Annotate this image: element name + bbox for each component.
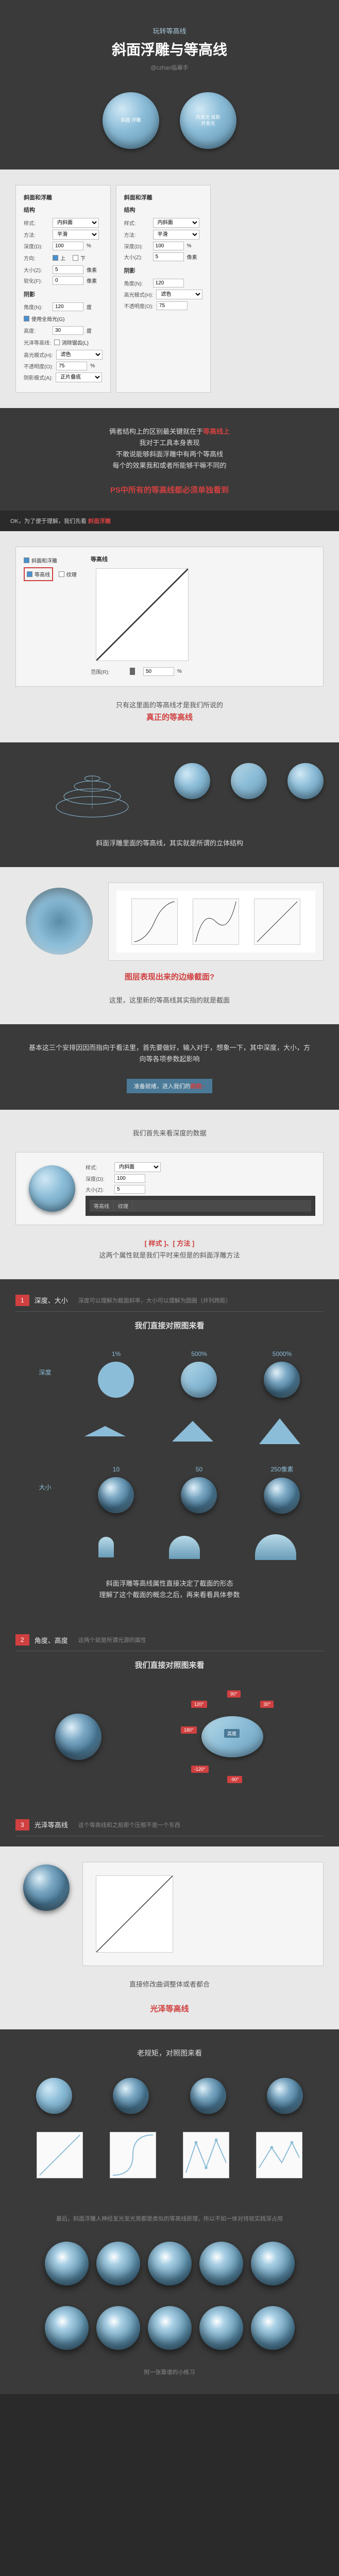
row-badge-2: 2 <box>15 1634 29 1646</box>
page-title: 斜面浮雕与等高线 <box>15 39 324 59</box>
contour-3d-diagram <box>46 760 139 822</box>
footer-caption: 附一张靠谱的小练习 <box>15 2360 324 2384</box>
size-input[interactable] <box>53 265 83 274</box>
depth-input[interactable] <box>53 242 83 250</box>
gloss-title: 光泽等高线 <box>15 1998 324 2019</box>
caption-1: 俩者结构上的区别最关键就在于等高线上 我对于工具本身表现 不敢说能够斜面浮雕中有… <box>15 418 324 479</box>
gloss-curve[interactable] <box>96 1875 173 1953</box>
angle-diagram: 90° 120° 180° 30° -120° -90° 高度 <box>181 1690 284 1783</box>
bevel-panel-left: 斜面和浮雕 结构 样式:内斜面 方法:平滑 深度(D):% 方向:上下 大小(Z… <box>15 185 111 393</box>
final-orbs <box>15 2231 324 2296</box>
intro-orb-left: 斜面 浮雕 <box>103 92 159 149</box>
ready-button[interactable]: 准备就绪，进入我们的跑跑~ <box>127 1079 212 1093</box>
contour-checkbox[interactable]: 等高线 <box>35 570 50 578</box>
question-1: 图层表现出来的边缘截面? <box>15 966 324 987</box>
big-statement-1: PS中所有的等高线都必须单独看到 <box>15 479 324 500</box>
row-badge-3: 3 <box>15 1819 29 1831</box>
contour-curve[interactable] <box>96 568 189 661</box>
depth-compare: 深度 1% 500% 5000% <box>15 1340 324 1408</box>
intro-orb-right: 内发光 投影 外发光 <box>180 92 236 149</box>
size-compare: 大小 10 50 250像素 <box>15 1454 324 1524</box>
ok-banner: OK，为了便于理解，我们先看 斜面浮雕 <box>0 511 339 531</box>
page-subtitle: 玩转等高线 <box>15 26 324 36</box>
style-select[interactable]: 内斜面 <box>53 218 99 228</box>
bevel-panel-right: 斜面和浮雕 结构 样式:内斜面 方法:平滑 深度(D):% 大小(Z):像素 阴… <box>116 185 211 393</box>
indent-orb <box>26 888 93 955</box>
soften-input[interactable] <box>53 276 83 285</box>
author: @czhan临摹手 <box>15 63 324 72</box>
row-badge-1: 1 <box>15 1295 29 1306</box>
method-select[interactable]: 平滑 <box>53 230 99 240</box>
